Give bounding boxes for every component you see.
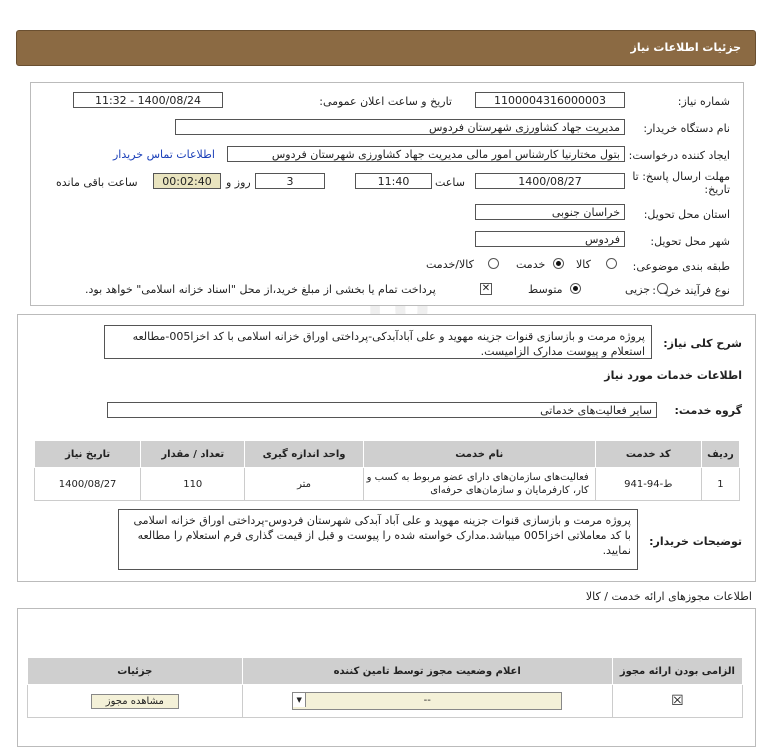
col-permit-required: الزامی بودن ارائه مجوز bbox=[611, 657, 744, 685]
deadline-label: مهلت ارسال پاسخ: تا bbox=[632, 170, 730, 183]
time-remaining-label: ساعت باقی مانده bbox=[56, 176, 138, 189]
deadline-date-field: 1400/08/27 bbox=[475, 173, 625, 189]
request-creator-label: ایجاد کننده درخواست: bbox=[628, 149, 730, 162]
page-title: جزئیات اطلاعات نیاز bbox=[630, 41, 742, 54]
treasury-payment-checkbox[interactable]: ✕ bbox=[480, 283, 492, 295]
row-unit: متر bbox=[244, 467, 364, 501]
need-details-page: 01010100110 ParsNamadData مرکز فرآیند اط… bbox=[0, 0, 770, 747]
category-option-service: خدمت bbox=[516, 258, 546, 271]
category-radio-goods[interactable] bbox=[606, 258, 617, 269]
deadline-label-date: تاریخ: bbox=[704, 183, 730, 196]
col-permit-status: اعلام وضعیت مجوز توسط تامین کننده bbox=[241, 657, 613, 685]
days-remaining-field: 3 bbox=[255, 173, 325, 189]
services-table: ردیف کد خدمت نام خدمت واحد اندازه گیری ت… bbox=[33, 440, 741, 501]
delivery-city-field: فردوس bbox=[475, 231, 625, 247]
buyer-org-field: مدیریت جهاد کشاورزی شهرستان فردوس bbox=[175, 119, 625, 135]
treasury-payment-note: پرداخت تمام یا بخشی از مبلغ خرید،از محل … bbox=[85, 283, 436, 296]
view-permit-button[interactable]: مشاهده مجوز bbox=[90, 693, 179, 709]
row-service-name: فعالیت‌های سازمان‌های دارای عضو مربوط به… bbox=[362, 467, 596, 501]
col-need-date: تاریخ نیاز bbox=[33, 440, 142, 468]
category-label: طبقه بندی موضوعی: bbox=[632, 260, 730, 273]
deadline-time-field: 11:40 bbox=[355, 173, 432, 189]
page-header: جزئیات اطلاعات نیاز bbox=[16, 30, 756, 66]
row-quantity: 110 bbox=[140, 467, 246, 501]
permits-table-header: الزامی بودن ارائه مجوز اعلام وضعیت مجوز … bbox=[27, 657, 744, 685]
buyer-contact-link[interactable]: اطلاعات تماس خریدار bbox=[113, 148, 215, 161]
buyer-notes-text: پروژه مرمت و بازسازی قنوات جزینه مهوید و… bbox=[118, 509, 638, 570]
delivery-province-field: خراسان جنوبی bbox=[475, 204, 625, 220]
category-radio-goods-service[interactable] bbox=[488, 258, 499, 269]
need-summary-label: شرح کلی نیاز: bbox=[663, 337, 742, 350]
process-option-medium: متوسط bbox=[528, 283, 563, 296]
announce-datetime-label: تاریخ و ساعت اعلان عمومی: bbox=[319, 95, 452, 108]
chevron-down-icon[interactable]: ▼ bbox=[293, 693, 307, 707]
permit-required-cell: ☒ bbox=[611, 684, 744, 718]
delivery-city-label: شهر محل تحویل: bbox=[650, 235, 730, 248]
category-option-goods-service: کالا/خدمت bbox=[426, 258, 474, 271]
permit-details-cell: مشاهده مجوز bbox=[27, 684, 243, 718]
days-label: روز و bbox=[226, 176, 251, 189]
delivery-province-label: استان محل تحویل: bbox=[643, 208, 730, 221]
process-radio-minor[interactable] bbox=[657, 283, 668, 294]
row-need-date: 1400/08/27 bbox=[33, 467, 142, 501]
permit-status-cell: -- ▼ bbox=[241, 684, 613, 718]
permit-status-value: -- bbox=[423, 695, 431, 706]
table-row: ☒ -- ▼ مشاهده مجوز bbox=[27, 684, 744, 718]
col-service-code: کد خدمت bbox=[594, 440, 702, 468]
buyer-notes-label: توضیحات خریدار: bbox=[649, 535, 742, 548]
need-summary-text: پروژه مرمت و بازسازی قنوات جزینه مهوید و… bbox=[104, 325, 652, 359]
category-radio-service[interactable] bbox=[553, 258, 564, 269]
col-quantity: تعداد / مقدار bbox=[140, 440, 246, 468]
request-creator-field: بتول مختارنیا کارشناس امور مالی مدیریت ج… bbox=[227, 146, 625, 162]
col-service-name: نام خدمت bbox=[362, 440, 596, 468]
need-number-label: شماره نیاز: bbox=[677, 95, 730, 108]
row-service-code: ط-94-941 bbox=[594, 467, 702, 501]
col-unit: واحد اندازه گیری bbox=[244, 440, 364, 468]
process-radio-medium[interactable] bbox=[570, 283, 581, 294]
deadline-time-label: ساعت bbox=[435, 176, 465, 189]
announce-datetime-field: 1400/08/24 - 11:32 bbox=[73, 92, 223, 108]
permits-table: الزامی بودن ارائه مجوز اعلام وضعیت مجوز … bbox=[27, 657, 744, 718]
permits-section-title: اطلاعات مجوزهای ارائه خدمت / کالا bbox=[585, 590, 752, 603]
services-table-header: ردیف کد خدمت نام خدمت واحد اندازه گیری ت… bbox=[33, 440, 741, 468]
services-section-title: اطلاعات خدمات مورد نیاز bbox=[604, 369, 742, 382]
process-option-minor: جزیی bbox=[625, 283, 651, 296]
col-permit-details: جزئیات bbox=[27, 657, 243, 685]
time-remaining-field: 00:02:40 bbox=[153, 173, 221, 189]
service-group-field: سایر فعالیت‌های خدماتی bbox=[107, 402, 657, 418]
need-number-field: 1100004316000003 bbox=[475, 92, 625, 108]
buyer-org-label: نام دستگاه خریدار: bbox=[643, 122, 730, 135]
row-index: 1 bbox=[700, 467, 741, 501]
service-group-label: گروه خدمت: bbox=[674, 404, 742, 417]
permit-status-select[interactable]: -- ▼ bbox=[292, 692, 563, 710]
table-row: 1 ط-94-941 فعالیت‌های سازمان‌های دارای ع… bbox=[33, 467, 741, 501]
permit-required-checkbox: ☒ bbox=[671, 693, 684, 709]
category-option-goods: کالا bbox=[576, 258, 591, 271]
col-row-index: ردیف bbox=[700, 440, 741, 468]
